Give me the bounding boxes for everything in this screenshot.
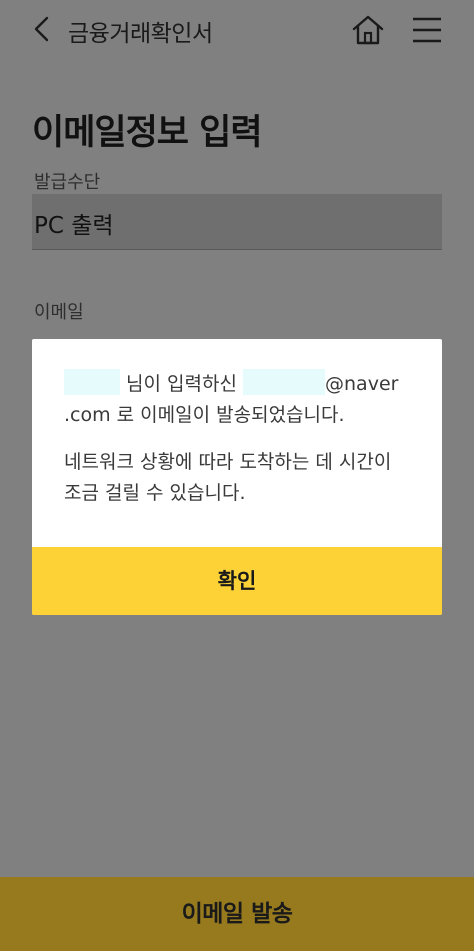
redacted-email-id	[243, 369, 326, 395]
dialog-line1-mid: 님이 입력하신	[126, 373, 237, 395]
redacted-name	[64, 369, 120, 395]
header-title: 금융거래확인서	[68, 21, 213, 47]
dialog-paragraph-1: 님이 입력하신 @naver .com 로 이메일이 발송되었습니다.	[64, 369, 414, 431]
send-email-button[interactable]: 이메일 발송	[0, 877, 474, 951]
confirm-button[interactable]: 확인	[32, 547, 442, 615]
alert-dialog: 님이 입력하신 @naver .com 로 이메일이 발송되었습니다. 네트워크…	[32, 339, 442, 615]
email-label: 이메일	[34, 302, 84, 323]
page-title: 이메일정보 입력	[32, 113, 263, 153]
menu-button[interactable]	[410, 13, 444, 47]
screen: 금융거래확인서 이메일정보 입력 발급수단 PC 출력 이메일 님이 입력하신	[0, 0, 474, 951]
dialog-para2-line2: 조금 걸릴 수 있습니다.	[64, 482, 246, 504]
dialog-line2: .com 로 이메일이 발송되었습니다.	[64, 404, 345, 426]
back-button[interactable]	[26, 12, 60, 46]
app-header: 금융거래확인서	[0, 0, 474, 62]
issue-method-value: PC 출력	[34, 213, 114, 239]
issue-method-field[interactable]: PC 출력	[32, 194, 442, 250]
hamburger-menu-icon	[413, 17, 441, 43]
home-icon	[352, 15, 384, 45]
chevron-left-icon	[34, 16, 49, 42]
dialog-line1-end: @naver	[325, 373, 399, 395]
dialog-paragraph-2: 네트워크 상황에 따라 도착하는 데 시간이 조금 걸릴 수 있습니다.	[64, 447, 414, 509]
dialog-para2-line1: 네트워크 상황에 따라 도착하는 데 시간이	[64, 451, 392, 473]
dialog-message: 님이 입력하신 @naver .com 로 이메일이 발송되었습니다. 네트워크…	[64, 369, 414, 509]
issue-method-label: 발급수단	[34, 172, 101, 193]
home-button[interactable]	[350, 12, 386, 48]
